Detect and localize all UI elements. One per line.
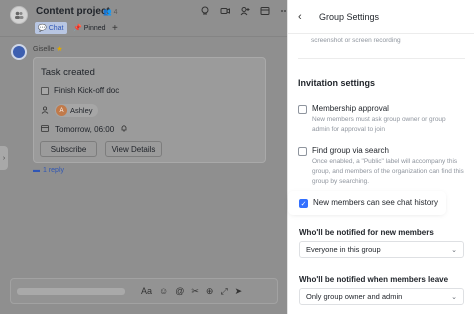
membership-approval-desc: New members must ask group owner or grou… [312,116,446,133]
chevron-down-icon: ⌄ [451,294,457,301]
chat-bubble-icon: 💬 [38,25,47,32]
expand-icon[interactable]: ⤢ [220,286,227,297]
back-icon[interactable]: ‹ [298,11,302,23]
find-via-search-label[interactable]: Find group via search [312,146,464,155]
assignee-avatar: A [56,105,67,116]
send-icon[interactable]: ➤ [235,286,243,297]
message-composer[interactable]: Aa ☺ @ ✂ ⊕ ⤢ ➤ [10,278,278,304]
mention-icon[interactable]: @ [175,286,184,297]
task-card-title: Task created [41,67,95,78]
tab-chat[interactable]: 💬 Chat [35,22,67,34]
section-divider [298,58,465,59]
subscribe-button[interactable]: Subscribe [40,141,97,157]
chat-history-label[interactable]: New members can see chat history [313,198,438,208]
expand-sidebar-handle[interactable]: › [0,146,8,170]
add-icon[interactable]: ⊕ [206,286,214,297]
group-avatar[interactable] [10,6,28,24]
composer-toolbar: Aa ☺ @ ✂ ⊕ ⤢ ➤ [141,286,242,297]
find-via-search-checkbox[interactable] [298,147,307,156]
composer-placeholder-blurred [17,288,125,295]
notify-leave-select[interactable]: Only group owner and admin ⌄ [299,288,464,305]
previous-setting-desc: screenshot or screen recording [311,37,401,44]
find-via-search-desc: Once enabled, a "Public" label will acco… [312,158,464,185]
membership-approval-label[interactable]: Membership approval [312,104,464,113]
chevron-right-icon: › [2,154,6,162]
notify-leave-heading: Who'll be notified when members leave [299,275,449,284]
panel-header: ‹ Group Settings [288,0,474,34]
panel-title: Group Settings [319,12,380,22]
add-member-icon[interactable] [240,6,250,16]
bell-icon [120,124,128,134]
video-meeting-icon[interactable] [200,6,210,16]
announcement-icon[interactable] [260,6,270,16]
pin-icon: 📌 [73,25,82,32]
header-toolbar [200,6,290,16]
sender-avatar[interactable] [11,44,27,60]
add-tab-button[interactable]: + [109,22,121,34]
reply-count: 1 reply [43,167,65,174]
header-divider [0,36,287,37]
chat-title: Content project [36,6,110,17]
due-date: Tomorrow, 06:00 [55,124,115,134]
sender-name: Giselle ★ [33,45,63,53]
chat-header: Content project 👥 4 💬 Chat 📌 Pinned + [0,0,290,36]
task-name[interactable]: Finish Kick-off doc [54,86,119,95]
reply-link[interactable]: ▬ 1 reply [33,167,64,174]
assignee-name: Ashley [70,106,93,115]
task-card: Task created Finish Kick-off doc A Ashle… [33,57,266,163]
view-details-button[interactable]: View Details [105,141,162,157]
calendar-icon [41,124,49,134]
invitation-settings-title: Invitation settings [298,78,376,88]
membership-approval-checkbox[interactable] [298,105,307,114]
scissors-icon[interactable]: ✂ [191,286,199,297]
membership-approval-option: Membership approval New members must ask… [298,104,464,135]
notify-new-select[interactable]: Everyone in this group ⌄ [299,241,464,258]
member-count[interactable]: 👥 4 [103,8,118,16]
group-settings-panel: ‹ Group Settings screenshot or screen re… [287,0,474,314]
text-format-icon[interactable]: Aa [141,286,152,297]
notify-new-value: Everyone in this group [306,245,381,254]
find-via-search-option: Find group via search Once enabled, a "P… [298,146,464,187]
member-count-text: 4 [113,9,118,16]
chat-history-checkbox[interactable]: ✓ [299,199,308,208]
tab-pinned-label: Pinned [83,24,106,32]
task-row: Finish Kick-off doc [41,86,119,95]
chat-area: Content project 👥 4 💬 Chat 📌 Pinned + Gi… [0,0,290,314]
chevron-down-icon: ⌄ [451,247,457,254]
video-call-icon[interactable] [220,6,230,16]
tab-chat-label: Chat [48,24,64,32]
notify-leave-value: Only group owner and admin [306,292,403,301]
person-icon [41,105,49,116]
due-date-row: Tomorrow, 06:00 [41,124,128,134]
task-checkbox[interactable] [41,86,49,95]
notify-new-heading: Who'll be notified for new members [299,228,434,237]
assignee-chip[interactable]: A Ashley [55,104,98,117]
sender-name-text: Giselle [33,46,55,53]
chat-history-option: ✓ New members can see chat history [299,198,438,208]
tab-pinned[interactable]: 📌 Pinned [70,22,109,34]
reply-icon: ▬ [33,167,40,174]
emoji-icon[interactable]: ☺ [159,286,168,297]
assignee-row: A Ashley [41,104,98,117]
people-icon: 👥 [103,9,112,16]
star-icon: ★ [56,46,63,53]
